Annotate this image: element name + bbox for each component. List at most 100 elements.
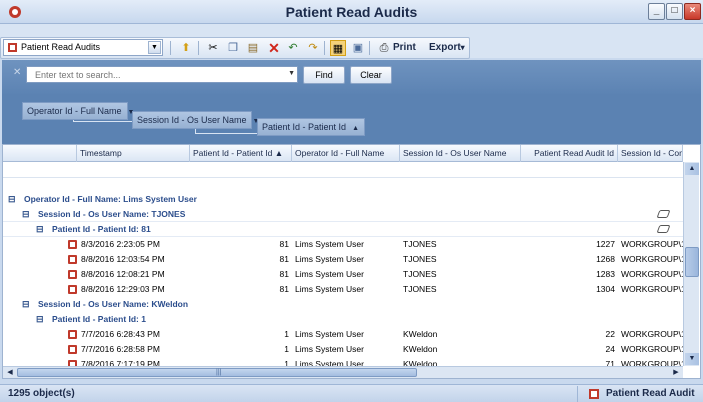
collapse-icon[interactable]: ⊟ [8,192,16,207]
record-icon [68,285,77,294]
record-icon [68,330,77,339]
redo-icon[interactable]: ↷ [305,40,321,56]
search-field[interactable] [35,68,285,81]
maximize-button[interactable]: □ [666,3,683,20]
undo-icon[interactable]: ↶ [285,40,301,56]
cell-operator: Lims System User [295,254,364,264]
cell-timestamp: 7/7/2016 6:28:43 PM [81,329,160,339]
paste-icon[interactable]: ▤ [245,40,261,56]
group-label: Session Id - Os User Name: TJONES [38,209,186,219]
column-header-row: Timestamp Patient Id - Patient Id ▲ Oper… [3,145,683,162]
cell-computer: WORKGROUP\10-1 [621,254,683,264]
toolbar-separator [198,41,199,55]
close-button[interactable]: × [684,3,701,20]
group-note-icon [656,210,671,218]
search-input[interactable]: ▼ [26,66,298,83]
column-header-audit-id[interactable]: Patient Read Audit Id [521,145,618,162]
chevron-down-icon[interactable]: ▼ [148,41,161,54]
group-chip-operator[interactable]: Operator Id - Full Name ▼ [22,102,134,120]
cell-timestamp: 8/3/2016 2:23:05 PM [81,239,160,249]
collapse-icon[interactable]: ⊟ [36,222,44,237]
toolbar-separator [369,41,370,55]
scroll-thumb[interactable] [685,247,699,277]
current-view-name: Patient Read Audit [606,388,695,399]
cell-os-user: KWeldon [403,344,438,354]
card-view-icon[interactable]: ▣ [350,40,366,56]
maximize-icon: □ [671,5,678,16]
scroll-right-icon[interactable]: ▶ [670,367,682,378]
group-row-patient-1[interactable]: ⊟ Patient Id - Patient Id: 1 [3,312,683,327]
delete-icon[interactable]: ✕ [266,40,282,56]
print-icon[interactable]: ⎙ [376,40,392,56]
patient-read-audit-icon [589,389,599,399]
group-note-icon [656,225,671,233]
cell-audit-id: 1304 [596,284,615,294]
up-folder-icon[interactable]: ⬆ [178,40,194,56]
chevron-down-icon[interactable]: ▼ [288,70,295,77]
toolbar-separator [324,41,325,55]
chevron-down-icon: ▾ [460,43,465,52]
scroll-down-icon[interactable]: ▼ [685,353,699,365]
group-row-session-kweldon[interactable]: ⊟ Session Id - Os User Name: KWeldon [3,297,683,312]
column-header-operator[interactable]: Operator Id - Full Name [292,145,400,162]
collapse-icon[interactable]: ⊟ [22,207,30,222]
auto-filter-row[interactable] [3,162,683,178]
column-header-computer[interactable]: Session Id - Computer Na [618,145,683,162]
table-row[interactable]: 7/7/2016 6:28:43 PM 1 Lims System User K… [3,327,683,342]
table-row[interactable]: 8/8/2016 12:29:03 PM 81 Lims System User… [3,282,683,297]
clear-search-icon[interactable]: ✕ [13,67,21,78]
close-icon: × [689,5,696,16]
cell-audit-id: 1227 [596,239,615,249]
cell-patient-id: 81 [279,284,289,294]
window-title: Patient Read Audits [285,4,418,20]
grid-view-icon[interactable]: ▦ [330,40,346,56]
sort-ascending-icon: ▲ [352,125,359,132]
group-chip-label: Operator Id - Full Name [27,106,122,116]
cell-timestamp: 8/8/2016 12:29:03 PM [81,284,165,294]
column-header-os-user[interactable]: Session Id - Os User Name [400,145,521,162]
cell-audit-id: 1268 [596,254,615,264]
cell-audit-id: 1283 [596,269,615,279]
toolbar-separator [170,41,171,55]
group-row-operator[interactable]: ⊟ Operator Id - Full Name: Lims System U… [3,192,683,207]
cell-computer: WORKGROUP\10-1 [621,239,683,249]
cell-patient-id: 1 [284,329,289,339]
export-button[interactable]: Export▾ [429,42,465,53]
print-button[interactable]: Print [393,42,416,53]
table-row[interactable]: 8/3/2016 2:23:05 PM 81 Lims System User … [3,237,683,252]
collapse-icon[interactable]: ⊟ [22,297,30,312]
group-label: Operator Id - Full Name: Lims System Use… [24,194,197,204]
view-selector[interactable]: Patient Read Audits ▼ [3,39,163,56]
scroll-up-icon[interactable]: ▲ [685,163,699,175]
cell-os-user: TJONES [403,269,437,279]
group-row-session-tjones[interactable]: ⊟ Session Id - Os User Name: TJONES [3,207,683,222]
find-button[interactable]: Find [303,66,345,84]
cell-computer: WORKGROUP\10-1 [621,329,683,339]
copy-icon[interactable]: ❐ [225,40,241,56]
table-row[interactable]: 8/8/2016 12:08:21 PM 81 Lims System User… [3,267,683,282]
horizontal-scrollbar[interactable]: ◀ ||| ▶ [3,366,683,378]
vertical-scrollbar[interactable]: ▲ ▼ [683,162,699,366]
cell-patient-id: 81 [279,239,289,249]
group-chip-session[interactable]: Session Id - Os User Name▼ [132,111,259,129]
cell-operator: Lims System User [295,344,364,354]
title-bar: Patient Read Audits _ □ × [0,0,703,24]
column-header-patient-id[interactable]: Patient Id - Patient Id ▲ [190,145,292,162]
view-selector-label: Patient Read Audits [21,42,101,52]
minimize-icon: _ [653,5,660,16]
object-count: 1295 object(s) [8,388,75,399]
scroll-thumb[interactable]: ||| [17,368,417,377]
record-icon [68,345,77,354]
scroll-left-icon[interactable]: ◀ [4,367,16,378]
minimize-button[interactable]: _ [648,3,665,20]
group-row-patient-81[interactable]: ⊟ Patient Id - Patient Id: 81 [3,222,683,237]
column-header-timestamp[interactable]: Timestamp [77,145,190,162]
clear-button[interactable]: Clear [350,66,392,84]
collapse-icon[interactable]: ⊟ [36,312,44,327]
cut-icon[interactable]: ✂ [205,40,221,56]
table-row[interactable]: 7/7/2016 6:28:58 PM 1 Lims System User K… [3,342,683,357]
table-row[interactable]: 8/8/2016 12:03:54 PM 81 Lims System User… [3,252,683,267]
record-icon [68,270,77,279]
cell-os-user: TJONES [403,254,437,264]
group-chip-patient[interactable]: Patient Id - Patient Id ▲ [257,118,365,136]
